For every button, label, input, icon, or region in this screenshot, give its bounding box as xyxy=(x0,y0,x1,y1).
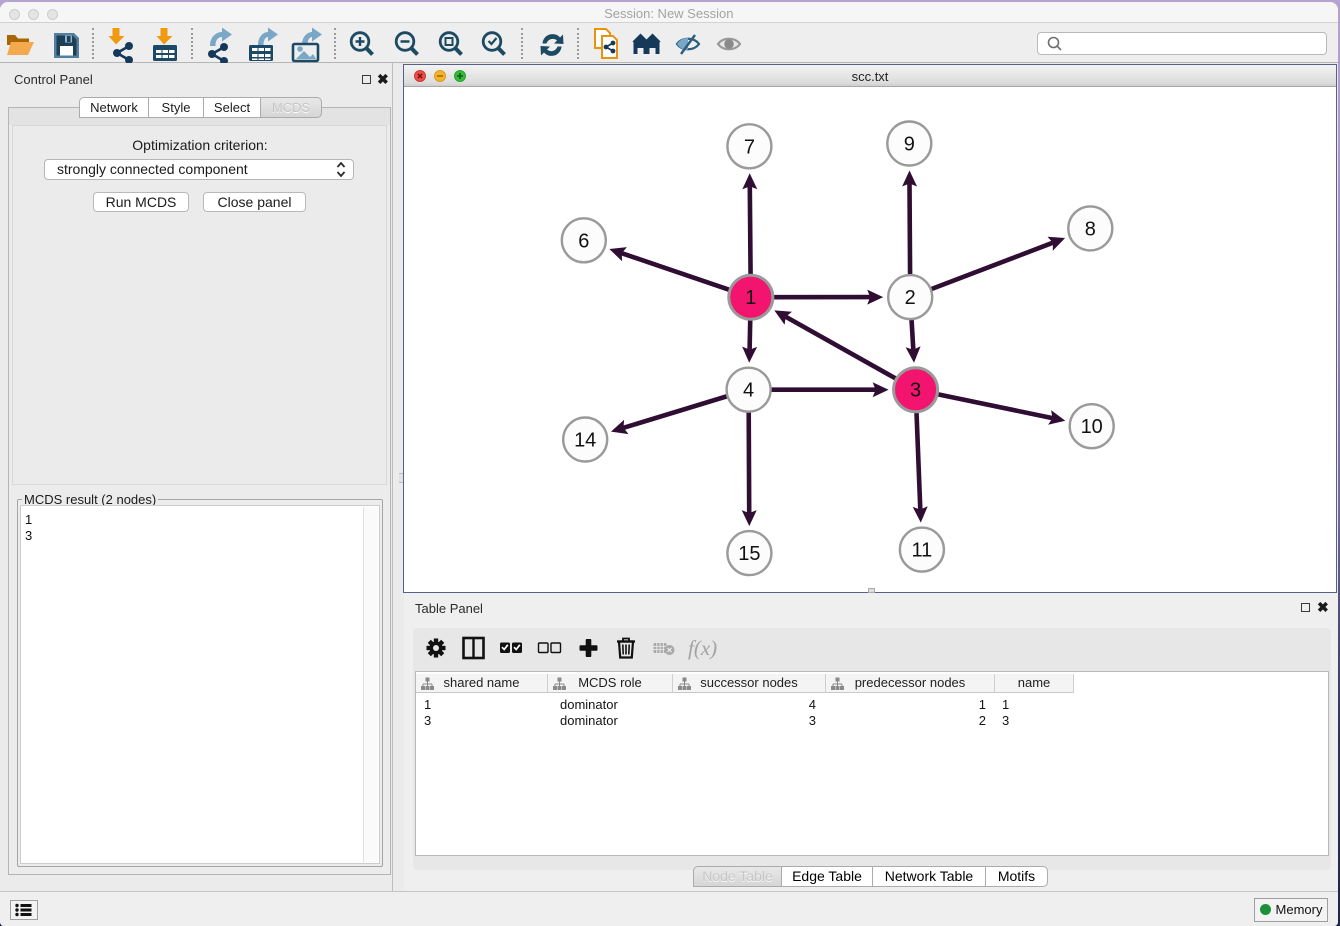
svg-text:10: 10 xyxy=(1081,416,1103,438)
svg-text:6: 6 xyxy=(578,230,589,252)
svg-text:7: 7 xyxy=(744,136,755,158)
svg-text:8: 8 xyxy=(1085,218,1096,240)
svg-text:9: 9 xyxy=(904,134,915,156)
svg-text:15: 15 xyxy=(738,543,760,565)
svg-text:11: 11 xyxy=(912,540,933,562)
svg-text:14: 14 xyxy=(574,430,596,452)
svg-text:2: 2 xyxy=(905,287,916,309)
svg-text:4: 4 xyxy=(743,380,754,402)
svg-text:1: 1 xyxy=(745,287,756,309)
svg-text:f(x): f(x) xyxy=(688,636,717,660)
svg-text:3: 3 xyxy=(910,380,921,402)
